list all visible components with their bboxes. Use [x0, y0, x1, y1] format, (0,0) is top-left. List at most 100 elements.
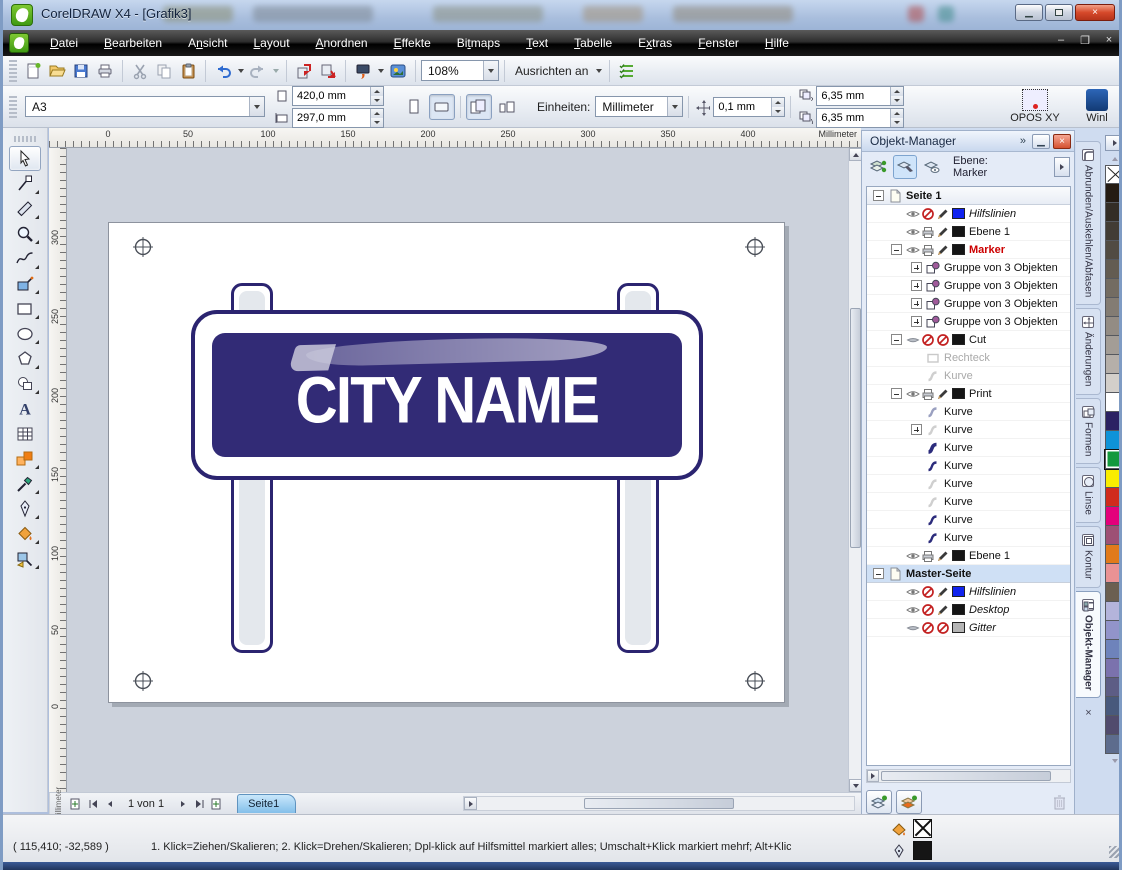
tree-row-label[interactable]: Desktop	[969, 604, 1009, 616]
print-toggle[interactable]	[920, 585, 935, 599]
freehand-tool[interactable]	[9, 246, 41, 271]
palette-color-7b72ad[interactable]	[1105, 659, 1122, 678]
edit-toggle[interactable]	[935, 621, 950, 635]
tree-row-rechteck[interactable]: Rechteck	[867, 349, 1070, 367]
tree-row-gruppe-von-3-objekten[interactable]: Gruppe von 3 Objekten	[867, 259, 1070, 277]
print-toggle[interactable]	[920, 207, 935, 221]
tree-row-desktop[interactable]: Desktop	[867, 601, 1070, 619]
palette-color-ffffff[interactable]	[1105, 393, 1122, 412]
tree-row-ebene-1[interactable]: Ebene 1	[867, 547, 1070, 565]
print-button[interactable]	[93, 59, 117, 83]
print-toggle[interactable]	[920, 225, 935, 239]
document-page[interactable]: CITY NAME	[108, 222, 785, 703]
tree-row-label[interactable]: Kurve	[944, 370, 973, 382]
expander-plus[interactable]	[911, 280, 922, 291]
menu-text[interactable]: Text	[513, 32, 561, 54]
sign-panel[interactable]: CITY NAME	[212, 333, 682, 457]
menu-bitmaps[interactable]: Bitmaps	[444, 32, 513, 54]
zoom-level-combobox[interactable]: 108%	[421, 60, 499, 81]
tree-row-label[interactable]: Kurve	[944, 514, 973, 526]
expander-plus[interactable]	[911, 262, 922, 273]
palette-color-e17a1b[interactable]	[1105, 545, 1122, 564]
tree-row-hilfslinien[interactable]: Hilfslinien	[867, 583, 1070, 601]
tree-row-label[interactable]: Print	[969, 388, 992, 400]
outline-color-swatch[interactable]	[913, 841, 932, 860]
menu-datei[interactable]: Datei	[37, 32, 91, 54]
tree-row-gruppe-von-3-objekten[interactable]: Gruppe von 3 Objekten	[867, 313, 1070, 331]
palette-color-514b6d[interactable]	[1105, 716, 1122, 735]
sign-text[interactable]: CITY NAME	[240, 362, 654, 438]
zoom-dropdown-arrow[interactable]	[483, 61, 498, 80]
propbar-grip[interactable]	[9, 96, 17, 118]
ellipse-tool[interactable]	[9, 321, 41, 346]
layer-color-swatch[interactable]	[952, 604, 965, 615]
menu-extras[interactable]: Extras	[625, 32, 685, 54]
duplicate-y-spinners[interactable]	[890, 109, 903, 127]
palette-color-6b5f51[interactable]	[1105, 583, 1122, 602]
tree-row-kurve[interactable]: Kurve	[867, 457, 1070, 475]
options-button[interactable]	[615, 59, 639, 83]
crop-tool[interactable]	[9, 196, 41, 221]
tree-scroll-right[interactable]	[867, 770, 879, 782]
export-button[interactable]	[316, 59, 340, 83]
fill-tool[interactable]	[9, 521, 41, 546]
palette-color-a39d96[interactable]	[1105, 336, 1122, 355]
drawing-canvas[interactable]: CITY NAME	[67, 148, 848, 792]
palette-color-d02b1c[interactable]	[1105, 488, 1122, 507]
toolbox-grip[interactable]	[14, 136, 36, 142]
print-toggle[interactable]	[920, 603, 935, 617]
layer-color-swatch[interactable]	[952, 586, 965, 597]
menu-ansicht[interactable]: Ansicht	[175, 32, 240, 54]
docker-close-button[interactable]: ×	[1053, 134, 1071, 149]
edit-toggle[interactable]	[935, 225, 950, 239]
tree-row-marker[interactable]: Marker	[867, 241, 1070, 259]
tree-hscrollbar[interactable]	[866, 769, 1071, 783]
palette-color-e3007b[interactable]	[1105, 507, 1122, 526]
vscroll-thumb[interactable]	[850, 308, 861, 548]
palette-color-514b43[interactable]	[1105, 241, 1122, 260]
zoom-tool[interactable]	[9, 221, 41, 246]
layer-color-swatch[interactable]	[952, 244, 965, 255]
visibility-toggle[interactable]	[905, 225, 920, 239]
print-toggle[interactable]	[920, 387, 935, 401]
tree-row-print[interactable]: Print	[867, 385, 1070, 403]
menu-hilfe[interactable]: Hilfe	[752, 32, 802, 54]
registration-mark[interactable]	[744, 670, 766, 692]
delete-layer-button[interactable]	[1052, 794, 1067, 810]
palette-color-5d5d85[interactable]	[1105, 678, 1122, 697]
layer-color-swatch[interactable]	[952, 550, 965, 561]
tree-row-label[interactable]: Gruppe von 3 Objekten	[944, 280, 1058, 292]
visibility-toggle[interactable]	[905, 243, 920, 257]
rectangle-tool[interactable]	[9, 296, 41, 321]
redo-button[interactable]	[246, 59, 270, 83]
edit-toggle[interactable]	[935, 243, 950, 257]
tree-row-label[interactable]: Ebene 1	[969, 550, 1010, 562]
maximize-button[interactable]	[1045, 4, 1073, 21]
basic-shapes-tool[interactable]	[9, 371, 41, 396]
paper-width-spinners[interactable]	[370, 87, 383, 105]
menu-anordnen[interactable]: Anordnen	[303, 32, 381, 54]
palette-color-9294ca[interactable]	[1105, 621, 1122, 640]
expander-plus[interactable]	[911, 316, 922, 327]
tree-row-label[interactable]: Hilfslinien	[969, 586, 1016, 598]
edit-toggle[interactable]	[935, 333, 950, 347]
duplicate-x-spinners[interactable]	[890, 87, 903, 105]
tree-row-label[interactable]: Kurve	[944, 478, 973, 490]
palette-color-635c52[interactable]	[1105, 260, 1122, 279]
nudge-spinners[interactable]	[771, 98, 784, 116]
print-toggle[interactable]	[920, 549, 935, 563]
tree-row-hilfslinien[interactable]: Hilfslinien	[867, 205, 1070, 223]
canvas-hscrollbar[interactable]	[463, 796, 855, 811]
visibility-toggle[interactable]	[905, 621, 920, 635]
tree-row-label[interactable]: Master-Seite	[906, 568, 971, 580]
launcher-dropdown[interactable]	[375, 59, 386, 83]
palette-color-9d5075[interactable]	[1105, 526, 1122, 545]
paper-height-field[interactable]: 297,0 mm	[292, 108, 384, 128]
edit-across-layers-button[interactable]	[893, 155, 917, 179]
tree-row-label[interactable]: Gitter	[969, 622, 996, 634]
docker-minimize-button[interactable]: ▁	[1032, 134, 1050, 149]
fill-color-swatch[interactable]	[913, 819, 932, 838]
tree-row-master-seite[interactable]: Master-Seite	[867, 565, 1070, 583]
menu-fenster[interactable]: Fenster	[685, 32, 752, 54]
palette-scroll-down[interactable]	[1105, 754, 1122, 766]
